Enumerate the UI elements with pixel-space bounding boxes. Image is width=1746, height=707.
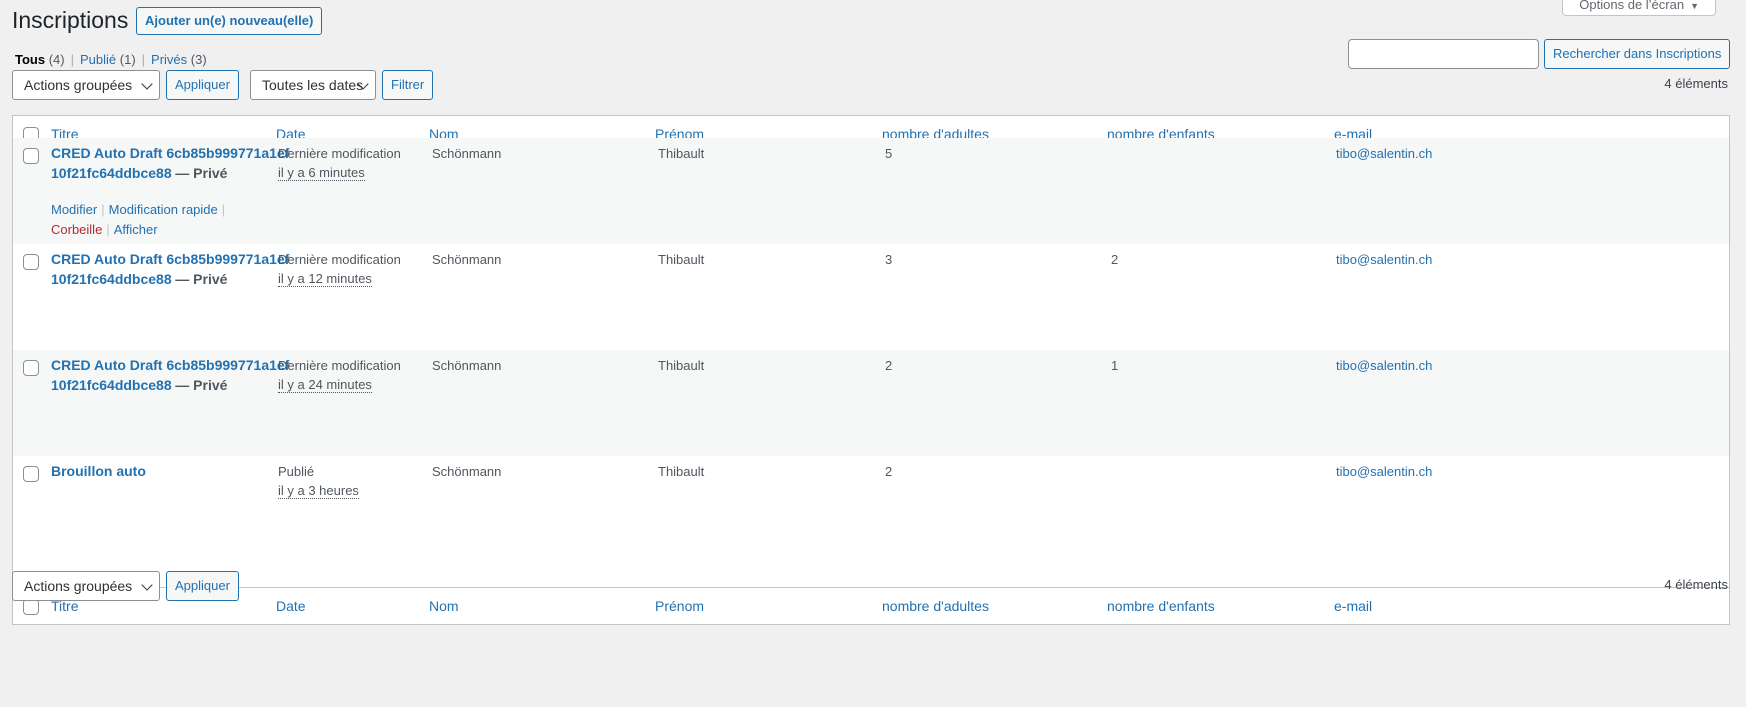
date-ago: il y a 3 heures xyxy=(278,483,359,499)
post-title-link[interactable]: Brouillon auto xyxy=(51,463,146,479)
date-cell: Dernière modification il y a 24 minutes xyxy=(278,356,401,394)
row-checkbox[interactable] xyxy=(23,360,39,376)
separator: | xyxy=(70,52,74,67)
post-title-link[interactable]: CRED Auto Draft 6cb85b999771a1ef10f21fc6… xyxy=(51,357,289,393)
trash-link[interactable]: Corbeille xyxy=(51,222,102,237)
items-count-bottom: 4 éléments xyxy=(1664,577,1728,592)
column-date[interactable]: Date xyxy=(276,598,306,614)
date-status: Publié xyxy=(278,464,315,479)
prenom-cell: Thibault xyxy=(658,358,705,373)
date-filter-select[interactable]: Toutes les dates xyxy=(250,70,376,100)
apply-button-bottom[interactable]: Appliquer xyxy=(166,571,239,601)
screen-options-label: Options de l’écran xyxy=(1579,0,1685,12)
date-ago: il y a 6 minutes xyxy=(278,165,365,181)
date-status: Dernière modification xyxy=(278,146,401,161)
email-link[interactable]: tibo@salentin.ch xyxy=(1336,356,1432,375)
date-ago: il y a 12 minutes xyxy=(278,271,372,287)
date-cell: Dernière modification il y a 12 minutes xyxy=(278,250,401,288)
page-title: Inscriptions xyxy=(12,7,129,33)
select-all-checkbox-footer[interactable] xyxy=(23,599,39,615)
adultes-cell: 2 xyxy=(885,358,893,373)
table-footer: Titre Date Nom Prénom nombre d'adultes n… xyxy=(13,587,1729,624)
column-email[interactable]: e-mail xyxy=(1334,598,1372,614)
prenom-cell: Thibault xyxy=(658,252,705,267)
date-status: Dernière modification xyxy=(278,358,401,373)
chevron-down-icon xyxy=(141,579,153,591)
row-checkbox[interactable] xyxy=(23,148,39,164)
apply-button-top[interactable]: Appliquer xyxy=(166,70,239,100)
table-row: CRED Auto Draft 6cb85b999771a1ef10f21fc6… xyxy=(13,138,1729,244)
search-input[interactable] xyxy=(1348,39,1539,69)
prenom-cell: Thibault xyxy=(658,464,705,479)
caret-down-icon: ▼ xyxy=(1690,1,1699,11)
table-row: CRED Auto Draft 6cb85b999771a1ef10f21fc6… xyxy=(13,350,1729,456)
post-state: — Privé xyxy=(175,376,228,393)
column-enfants[interactable]: nombre d'enfants xyxy=(1107,598,1215,614)
separator: | xyxy=(106,221,110,237)
column-prenom[interactable]: Prénom xyxy=(655,598,704,614)
bulk-actions-select-top[interactable]: Actions groupées xyxy=(12,70,160,100)
view-private[interactable]: Privés (3) xyxy=(151,52,207,67)
post-title-link[interactable]: CRED Auto Draft 6cb85b999771a1ef10f21fc6… xyxy=(51,251,289,287)
title-cell: CRED Auto Draft 6cb85b999771a1ef10f21fc6… xyxy=(51,356,291,395)
title-cell: CRED Auto Draft 6cb85b999771a1ef10f21fc6… xyxy=(51,250,291,289)
quick-edit-link[interactable]: Modification rapide xyxy=(109,202,218,217)
table-row: CRED Auto Draft 6cb85b999771a1ef10f21fc6… xyxy=(13,244,1729,350)
prenom-cell: Thibault xyxy=(658,146,705,161)
status-views: Tous (4) | Publié (1) | Privés (3) xyxy=(15,52,207,67)
items-count-top: 4 éléments xyxy=(1664,76,1728,91)
bulk-actions-select-bottom[interactable]: Actions groupées xyxy=(12,571,160,601)
table-row: Brouillon auto Publié il y a 3 heures Sch… xyxy=(13,456,1729,528)
view-link[interactable]: Afficher xyxy=(114,222,158,237)
date-cell: Dernière modification il y a 6 minutes xyxy=(278,144,401,182)
adultes-cell: 5 xyxy=(885,146,893,161)
add-new-button[interactable]: Ajouter un(e) nouveau(elle) xyxy=(136,7,323,35)
view-all[interactable]: Tous (4) xyxy=(15,52,65,67)
posts-table: Titre Date Nom Prénom nombre d'adultes n… xyxy=(12,115,1730,625)
row-checkbox[interactable] xyxy=(23,466,39,482)
separator: | xyxy=(101,202,105,217)
separator: | xyxy=(221,202,226,217)
enfants-cell: 2 xyxy=(1111,252,1119,267)
post-state: — Privé xyxy=(175,270,228,287)
title-cell: Brouillon auto xyxy=(51,462,291,482)
title-cell: CRED Auto Draft 6cb85b999771a1ef10f21fc6… xyxy=(51,144,291,183)
adultes-cell: 3 xyxy=(885,252,893,267)
date-cell: Publié il y a 3 heures xyxy=(278,462,359,500)
row-actions: Modifier | Modification rapide | Corbeille | A… xyxy=(51,200,251,239)
enfants-cell: 1 xyxy=(1111,358,1119,373)
post-state: — Privé xyxy=(175,164,228,181)
row-checkbox[interactable] xyxy=(23,254,39,270)
date-ago: il y a 24 minutes xyxy=(278,377,372,393)
column-adultes[interactable]: nombre d'adultes xyxy=(882,598,989,614)
screen-options-button[interactable]: Options de l’écran ▼ xyxy=(1562,0,1716,16)
chevron-down-icon xyxy=(141,78,153,90)
nom-cell: Schönmann xyxy=(432,252,502,267)
nom-cell: Schönmann xyxy=(432,358,502,373)
search-button[interactable]: Rechercher dans Inscriptions xyxy=(1544,39,1731,69)
email-link[interactable]: tibo@salentin.ch xyxy=(1336,250,1432,269)
filter-button[interactable]: Filtrer xyxy=(382,70,434,100)
view-published[interactable]: Publié (1) xyxy=(80,52,136,67)
date-status: Dernière modification xyxy=(278,252,401,267)
separator: | xyxy=(141,52,146,67)
edit-link[interactable]: Modifier xyxy=(51,202,97,217)
column-nom[interactable]: Nom xyxy=(429,598,459,614)
email-link[interactable]: tibo@salentin.ch xyxy=(1336,144,1432,163)
post-title-link[interactable]: CRED Auto Draft 6cb85b999771a1ef10f21fc6… xyxy=(51,145,289,181)
nom-cell: Schönmann xyxy=(432,464,502,479)
email-link[interactable]: tibo@salentin.ch xyxy=(1336,462,1432,481)
adultes-cell: 2 xyxy=(885,464,893,479)
nom-cell: Schönmann xyxy=(432,146,502,161)
